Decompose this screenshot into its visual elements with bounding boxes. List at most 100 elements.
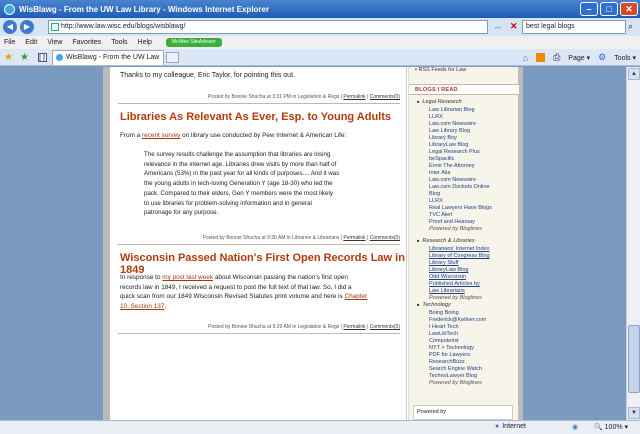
menu-help[interactable]: Help xyxy=(138,39,152,46)
sidebar-blog-link[interactable]: Published Articles by xyxy=(429,281,517,288)
sidebar-link[interactable]: ▪ RSS Feeds for Law xyxy=(415,67,466,73)
sidebar-blog-link[interactable]: Law.com Dockets Online xyxy=(429,184,517,191)
home-icon[interactable]: ⌂ xyxy=(523,53,528,63)
sidebar-blog-link[interactable]: TVC Alert xyxy=(429,212,517,219)
scroll-up-arrow-icon[interactable]: ▲ xyxy=(628,68,640,80)
zoom-level[interactable]: 🔍 100% ▾ xyxy=(594,423,628,431)
menu-favorites[interactable]: Favorites xyxy=(72,39,101,46)
scroll-down-arrow-icon[interactable]: ▼ xyxy=(628,407,640,419)
sidebar-blog-link[interactable]: Law.com Newswire xyxy=(429,177,517,184)
blog-main-column: Thanks to my colleague, Eric Taylor, for… xyxy=(110,67,406,420)
post-line: In response to my post last week about W… xyxy=(120,273,400,283)
tab-wisblawg[interactable]: WisBlawg - From the UW Law Library xyxy=(52,50,164,75)
sidebar-blog-link[interactable]: Law Librarian Blog xyxy=(429,107,517,114)
menu-view[interactable]: View xyxy=(47,39,62,46)
powered-by-box: Powered by xyxy=(413,405,513,420)
sidebar-blog-link[interactable]: ResearchBuzz xyxy=(429,359,517,366)
address-input[interactable]: http://www.law.wisc.edu/blogs/wisblawg/ xyxy=(48,20,488,34)
my-post-last-week-link[interactable]: my post last week xyxy=(162,274,213,281)
mcafee-siteadvisor-button[interactable]: McAfee SiteAdvisor xyxy=(165,38,222,47)
back-button[interactable]: ◀ xyxy=(3,20,17,34)
stop-icon[interactable]: ✕ xyxy=(510,21,518,32)
sidebar-blog-link[interactable]: I Heart Tech xyxy=(429,324,517,331)
tab-icon xyxy=(56,54,63,61)
permalink-link[interactable]: Permalink xyxy=(343,235,365,241)
recent-survey-link[interactable]: recent survey xyxy=(142,132,180,139)
sidebar-blog-link[interactable]: Law Library Blog xyxy=(429,128,517,135)
section-link[interactable]: 10, Section 137 xyxy=(120,303,164,310)
post-meta: Posted by Bonnie Shucha at 9:30 AM in Li… xyxy=(202,235,400,241)
comments-link[interactable]: Comments(0) xyxy=(370,235,400,241)
post-title[interactable]: Libraries As Relevant As Ever, Esp. to Y… xyxy=(120,111,391,123)
comments-link[interactable]: Comments(0) xyxy=(370,94,400,100)
menu-tools[interactable]: Tools xyxy=(111,39,127,46)
menu-file[interactable]: File xyxy=(4,39,15,46)
permalink-link[interactable]: Permalink xyxy=(343,324,365,330)
text: . xyxy=(164,302,167,310)
rss-icon[interactable] xyxy=(536,53,546,62)
sidebar-blog-link[interactable]: Frederick@Kellner.com xyxy=(429,317,517,324)
sidebar-blog-link[interactable]: LibraryLaw Blog xyxy=(429,142,517,149)
sidebar-blog-link[interactable]: Powered by Bloglines xyxy=(429,295,517,302)
gear-icon[interactable]: ⚙ xyxy=(598,52,606,63)
sidebar: ▪ RSS Feeds for Law BLOGS I READ Legal R… xyxy=(408,67,519,420)
sidebar-blog-link[interactable]: PDF for Lawyers xyxy=(429,352,517,359)
sidebar-blog-link[interactable]: Real Lawyers Have Blogs xyxy=(429,205,517,212)
sidebar-blog-link[interactable]: Library of Congress Blog xyxy=(429,253,517,260)
quote-line: Americans (53%) in the past year for all… xyxy=(144,170,340,178)
sidebar-blog-link[interactable]: LLRX xyxy=(429,114,517,121)
sidebar-blog-link[interactable]: Law.com Newswire xyxy=(429,121,517,128)
sidebar-blog-link[interactable]: Library Stuff xyxy=(429,260,517,267)
search-icon[interactable]: ⌕ xyxy=(628,21,633,32)
sidebar-blog-link[interactable]: Librarians' Internet Index xyxy=(429,246,517,253)
intro-text-2: on library use conducted by Pew Internet… xyxy=(180,132,347,139)
sidebar-blog-link[interactable]: LibraryLaw Blog xyxy=(429,267,517,274)
page-menu-button[interactable]: Page ▾ xyxy=(568,54,590,62)
sidebar-blog-link[interactable]: Legal Research Plus xyxy=(429,149,517,156)
minimize-button[interactable]: – xyxy=(580,2,598,16)
sidebar-blog-link[interactable]: Inter Alia xyxy=(429,170,517,177)
sidebar-blog-link[interactable]: Blog xyxy=(429,191,517,198)
comments-link[interactable]: Comments(0) xyxy=(370,324,400,330)
sidebar-blog-link[interactable]: Odd Wisconsin xyxy=(429,274,517,281)
refresh-icon[interactable]: ↔ xyxy=(493,21,502,31)
forward-button[interactable]: ▶ xyxy=(20,20,34,34)
quick-tabs-icon[interactable] xyxy=(38,53,47,62)
sidebar-blog-link[interactable]: Powered by Bloglines xyxy=(429,226,517,233)
scroll-thumb[interactable] xyxy=(628,325,640,393)
command-bar: ⌂ ⎙ Page ▾ ⚙ Tools ▾ xyxy=(523,52,636,63)
favorites-star-icon[interactable]: ★ xyxy=(4,52,13,63)
permalink-link[interactable]: Permalink xyxy=(343,94,365,100)
sidebar-section-technology: Technology xyxy=(417,302,450,308)
sidebar-blog-link[interactable]: LLRX xyxy=(429,198,517,205)
sidebar-blog-link[interactable]: Law Librarians xyxy=(429,288,517,295)
quote-line: patronage for any purpose. xyxy=(144,209,219,217)
sidebar-blog-link[interactable]: Powered by Bloglines xyxy=(429,380,517,387)
quote-line: the young adults in tech-loving Generati… xyxy=(144,180,333,188)
post-separator xyxy=(118,333,400,334)
window-title: WisBlawg - From the UW Law Library - Win… xyxy=(19,4,270,14)
sidebar-blog-link[interactable]: NYT > Technology xyxy=(429,345,517,352)
protected-mode-icon: ◉ xyxy=(572,424,579,431)
post-text: Thanks to my colleague, Eric Taylor, for… xyxy=(120,72,295,79)
sidebar-blog-link[interactable]: Search Engine Watch xyxy=(429,366,517,373)
vertical-scrollbar[interactable]: ▲ ▼ xyxy=(626,67,640,420)
sidebar-blog-link[interactable]: LawLibTech xyxy=(429,331,517,338)
sidebar-blog-link[interactable]: Computerist xyxy=(429,338,517,345)
chapter-link[interactable]: Chapter xyxy=(345,293,368,300)
sidebar-blog-link[interactable]: beSpacific xyxy=(429,156,517,163)
sidebar-blog-link[interactable]: Library Boy xyxy=(429,135,517,142)
tools-menu-button[interactable]: Tools ▾ xyxy=(614,54,636,62)
search-input[interactable]: best legal blogs xyxy=(522,20,626,34)
new-tab-button[interactable] xyxy=(166,52,179,63)
menu-edit[interactable]: Edit xyxy=(25,39,37,46)
rss-feeds-link[interactable]: RSS Feeds for Law xyxy=(418,67,466,73)
sidebar-blog-link[interactable]: Proof and Hearsay xyxy=(429,219,517,226)
sidebar-blog-link[interactable]: TechnoLawyer Blog xyxy=(429,373,517,380)
close-button[interactable]: ✕ xyxy=(620,2,638,16)
add-favorites-icon[interactable]: ★ xyxy=(20,52,29,63)
sidebar-blog-link[interactable]: Boing Boing xyxy=(429,310,517,317)
sidebar-blog-link[interactable]: Ernie The Attorney xyxy=(429,163,517,170)
print-icon[interactable]: ⎙ xyxy=(553,52,560,63)
maximize-button[interactable]: □ xyxy=(600,2,618,16)
